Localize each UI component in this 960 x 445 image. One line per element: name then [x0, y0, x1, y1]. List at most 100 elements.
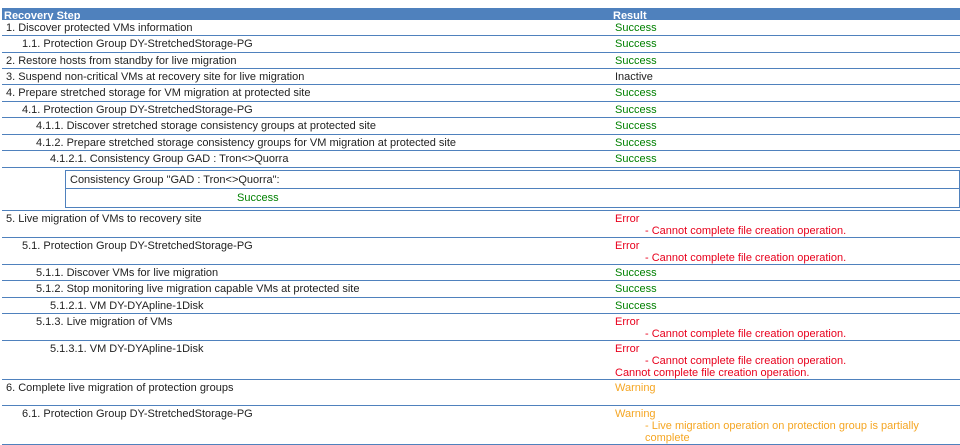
step-cell: 5.1.1. Discover VMs for live migration	[2, 265, 614, 280]
step-cell: 4.1.2.1. Consistency Group GAD : Tron<>Q…	[2, 151, 614, 167]
status-text: Inactive	[615, 71, 653, 83]
step-label: 4.1.1. Discover stretched storage consis…	[36, 120, 376, 132]
recovery-steps-table: Recovery Step Result 1. Discover protect…	[2, 8, 960, 445]
step-label: 4. Prepare stretched storage for VM migr…	[6, 87, 311, 99]
result-cell: Success	[614, 20, 960, 35]
step-label: 6.1. Protection Group DY-StretchedStorag…	[22, 408, 253, 420]
step-cell: 4.1. Protection Group DY-StretchedStorag…	[2, 102, 614, 117]
step-cell: 5.1.2.1. VM DY-DYApline-1Disk	[2, 298, 614, 313]
status-text: Success	[615, 87, 657, 99]
result-cell: Success	[614, 118, 960, 134]
table-header: Recovery Step Result	[2, 8, 960, 22]
table-row: 4.1.2.1. Consistency Group GAD : Tron<>Q…	[2, 151, 960, 168]
result-cell: Success	[614, 36, 960, 52]
status-text: Success	[615, 137, 657, 149]
table-row: 6. Complete live migration of protection…	[2, 380, 960, 406]
status-text: Success	[615, 267, 657, 279]
step-label: 5.1.2.1. VM DY-DYApline-1Disk	[50, 300, 204, 312]
status-extra: Cannot complete file creation operation.	[615, 367, 810, 379]
header-result: Result	[613, 10, 647, 22]
consistency-group-box: Consistency Group "GAD : Tron<>Quorra": S…	[65, 170, 960, 208]
table-row: 5.1. Protection Group DY-StretchedStorag…	[2, 238, 960, 265]
step-label: 5.1.3. Live migration of VMs	[36, 316, 173, 328]
header-recovery-step: Recovery Step	[4, 10, 81, 22]
step-cell: 1. Discover protected VMs information	[2, 20, 614, 35]
table-row: 4.1.2. Prepare stretched storage consist…	[2, 135, 960, 151]
result-cell: Success	[614, 265, 960, 280]
table-row: 5. Live migration of VMs to recovery sit…	[2, 211, 960, 238]
step-cell: 5.1.3.1. VM DY-DYApline-1Disk	[2, 341, 614, 379]
step-cell: 4. Prepare stretched storage for VM migr…	[2, 85, 614, 101]
status-text: Success	[615, 153, 657, 165]
step-label: 5.1.1. Discover VMs for live migration	[36, 267, 219, 279]
status-detail: - Cannot complete file creation operatio…	[645, 225, 847, 237]
step-cell: 4.1.2. Prepare stretched storage consist…	[2, 135, 614, 150]
status-text: Error	[615, 343, 640, 355]
status-text: Success	[615, 104, 657, 116]
step-label: 4.1.2.1. Consistency Group GAD : Tron<>Q…	[50, 153, 289, 165]
step-label: 1. Discover protected VMs information	[6, 22, 193, 34]
status-text: Error	[615, 240, 640, 252]
step-cell: 6.1. Protection Group DY-StretchedStorag…	[2, 406, 614, 444]
step-cell: 5.1.3. Live migration of VMs	[2, 314, 614, 340]
result-cell: Success	[614, 135, 960, 150]
step-cell: 5.1.2. Stop monitoring live migration ca…	[2, 281, 614, 297]
status-text: Success	[615, 38, 657, 50]
status-detail: - Live migration operation on protection…	[645, 420, 919, 444]
table-row: 5.1.2. Stop monitoring live migration ca…	[2, 281, 960, 298]
result-cell: Error - Cannot complete file creation ope…	[614, 314, 960, 340]
status-detail: - Cannot complete file creation operatio…	[645, 252, 847, 264]
table-row: 3. Suspend non-critical VMs at recovery …	[2, 69, 960, 85]
nested-detail-row: Consistency Group "GAD : Tron<>Quorra": S…	[2, 168, 960, 211]
status-text: Error	[615, 316, 640, 328]
consistency-group-status: Success	[237, 192, 279, 204]
step-cell: 1.1. Protection Group DY-StretchedStorag…	[2, 36, 614, 52]
step-cell: 5.1. Protection Group DY-StretchedStorag…	[2, 238, 614, 264]
step-cell: 2. Restore hosts from standby for live m…	[2, 53, 614, 68]
status-text: Success	[615, 22, 657, 34]
status-text: Success	[615, 55, 657, 67]
table-row: 5.1.3.1. VM DY-DYApline-1Disk Error - Cann…	[2, 341, 960, 380]
result-cell: Warning	[614, 380, 960, 405]
table-row: 4.1.1. Discover stretched storage consis…	[2, 118, 960, 135]
step-label: 2. Restore hosts from standby for live m…	[6, 55, 237, 67]
consistency-group-title: Consistency Group "GAD : Tron<>Quorra":	[66, 171, 959, 189]
table-row: 4.1. Protection Group DY-StretchedStorag…	[2, 102, 960, 118]
step-label: 5. Live migration of VMs to recovery sit…	[6, 213, 202, 225]
step-cell: 4.1.1. Discover stretched storage consis…	[2, 118, 614, 134]
step-label: 3. Suspend non-critical VMs at recovery …	[6, 71, 305, 83]
result-cell: Error - Cannot complete file creation ope…	[614, 211, 960, 237]
status-text: Error	[615, 213, 640, 225]
table-row: 1.1. Protection Group DY-StretchedStorag…	[2, 36, 960, 53]
step-cell: 5. Live migration of VMs to recovery sit…	[2, 211, 614, 237]
result-cell: Success	[614, 151, 960, 167]
step-label: 5.1.3.1. VM DY-DYApline-1Disk	[50, 343, 204, 355]
step-cell: 3. Suspend non-critical VMs at recovery …	[2, 69, 614, 84]
status-text: Warning	[615, 408, 656, 420]
step-label: 1.1. Protection Group DY-StretchedStorag…	[22, 38, 253, 50]
status-detail: - Cannot complete file creation operatio…	[645, 355, 847, 367]
status-detail: - Cannot complete file creation operatio…	[645, 328, 847, 340]
status-text: Success	[615, 300, 657, 312]
result-cell: Success	[614, 85, 960, 101]
table-row: 5.1.1. Discover VMs for live migration Su…	[2, 265, 960, 281]
table-row: 1. Discover protected VMs information Suc…	[2, 20, 960, 36]
table-row: 4. Prepare stretched storage for VM migr…	[2, 85, 960, 102]
result-cell: Error - Cannot complete file creation ope…	[614, 341, 960, 379]
result-cell: Success	[614, 53, 960, 68]
status-text: Success	[615, 283, 657, 295]
status-text: Warning	[615, 382, 656, 394]
table-row: 5.1.2.1. VM DY-DYApline-1Disk Success	[2, 298, 960, 314]
step-label: 6. Complete live migration of protection…	[6, 382, 234, 394]
step-label: 5.1. Protection Group DY-StretchedStorag…	[22, 240, 253, 252]
result-cell: Success	[614, 298, 960, 313]
step-label: 4.1. Protection Group DY-StretchedStorag…	[22, 104, 253, 116]
status-text: Success	[615, 120, 657, 132]
step-label: 5.1.2. Stop monitoring live migration ca…	[36, 283, 360, 295]
result-cell: Success	[614, 102, 960, 117]
table-row: 2. Restore hosts from standby for live m…	[2, 53, 960, 69]
result-cell: Warning - Live migration operation on pro…	[614, 406, 960, 444]
result-cell: Success	[614, 281, 960, 297]
step-label: 4.1.2. Prepare stretched storage consist…	[36, 137, 457, 149]
table-row: 5.1.3. Live migration of VMs Error - Canno…	[2, 314, 960, 341]
